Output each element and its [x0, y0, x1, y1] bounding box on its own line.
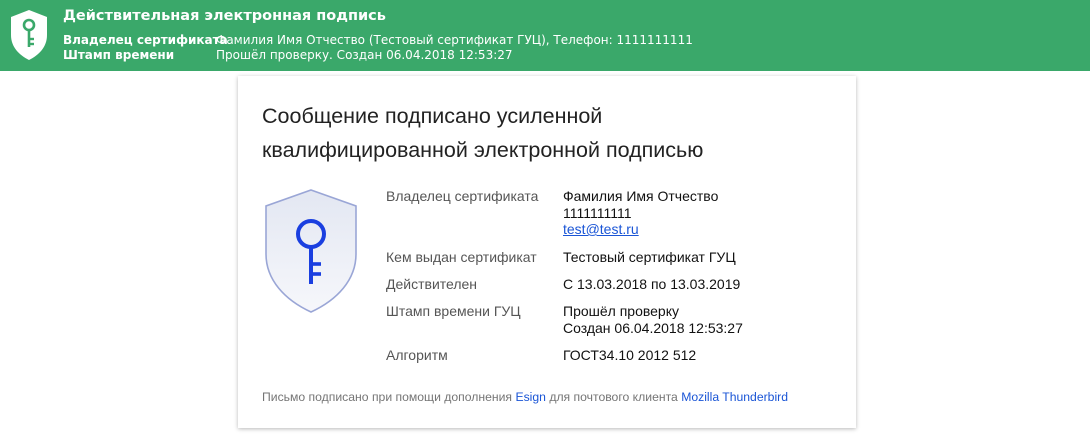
algorithm-label: Алгоритм — [386, 347, 448, 363]
banner-owner-value: Фамилия Имя Отчество (Тестовый сертифика… — [216, 33, 693, 47]
algorithm-value: ГОСТ34.10 2012 512 — [563, 347, 697, 363]
owner-name: Фамилия Имя Отчество — [563, 188, 719, 204]
banner-owner-label: Владелец сертификата — [63, 33, 228, 47]
esign-link[interactable]: Esign — [515, 390, 546, 404]
issuer-value: Тестовый сертификат ГУЦ — [563, 249, 736, 265]
thunderbird-link[interactable]: Mozilla Thunderbird — [681, 390, 788, 404]
banner-timestamp-label: Штамп времени — [63, 48, 175, 62]
shield-key-icon — [11, 10, 47, 60]
timestamp-created: Создан 06.04.2018 12:53:27 — [563, 319, 743, 336]
owner-phone: 1111111111 — [563, 204, 632, 221]
card-heading-line2: квалифицированной электронной подписью — [262, 138, 704, 162]
card-heading: Сообщение подписано усиленной квалифицир… — [262, 99, 842, 167]
shield-key-icon — [265, 189, 357, 313]
banner-timestamp-value: Прошёл проверку. Создан 06.04.2018 12:53… — [216, 48, 513, 62]
owner-label: Владелец сертификата — [386, 188, 539, 204]
timestamp-status: Прошёл проверку — [563, 303, 679, 319]
issuer-label: Кем выдан сертификат — [386, 249, 537, 265]
footer-middle: для почтового клиента — [549, 390, 678, 404]
owner-value: Фамилия Имя Отчество 1111111111 test@tes… — [563, 188, 718, 238]
timestamp-value: Прошёл проверку Создан 06.04.2018 12:53:… — [563, 303, 743, 336]
owner-email-link[interactable]: test@test.ru — [563, 221, 639, 237]
card-heading-line1: Сообщение подписано усиленной — [262, 104, 603, 128]
signature-details-card: Сообщение подписано усиленной квалифицир… — [238, 76, 856, 428]
banner-title: Действительная электронная подпись — [63, 8, 386, 24]
card-footer: Письмо подписано при помощи дополнения E… — [262, 390, 788, 404]
timestamp-label: Штамп времени ГУЦ — [386, 303, 521, 319]
valid-label: Действителен — [386, 276, 478, 292]
signature-status-banner: Действительная электронная подпись Владе… — [0, 0, 1090, 71]
valid-value: С 13.03.2018 по 13.03.2019 — [563, 276, 741, 292]
footer-prefix: Письмо подписано при помощи дополнения — [262, 390, 513, 404]
